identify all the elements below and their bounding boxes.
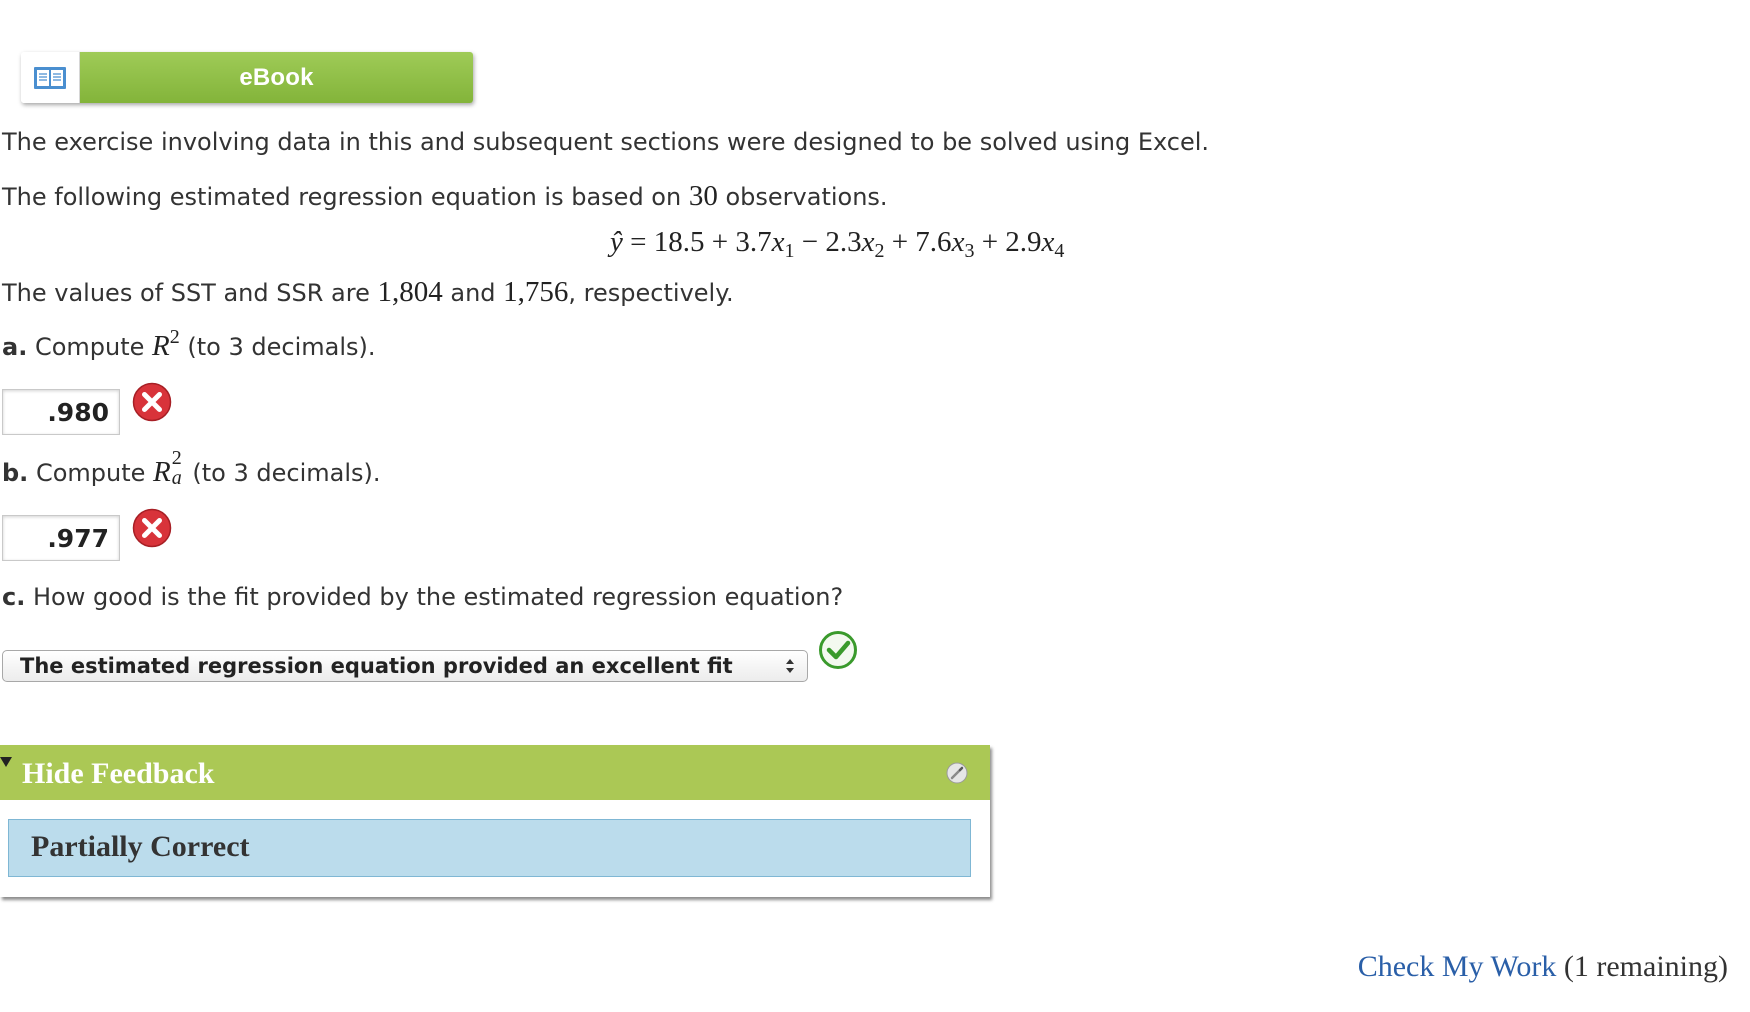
check-my-work: Check My Work (1 remaining): [1358, 950, 1728, 984]
regression-suffix: observations.: [725, 183, 888, 211]
r-symbol: R: [152, 330, 170, 362]
hide-feedback-toggle[interactable]: Hide Feedback: [22, 757, 215, 791]
question-a: a. Compute R2 (to 3 decimals).: [2, 327, 376, 363]
equation-term-4: + 2.9: [981, 226, 1042, 258]
regression-sentence: The following estimated regression equat…: [2, 180, 888, 213]
regression-equation: ŷ = 18.5 + 3.7x1 − 2.3x2 + 7.6x3 + 2.9x4: [610, 226, 1065, 262]
feedback-panel: Hide Feedback Partially Correct: [0, 745, 990, 897]
correct-check-icon: [818, 630, 858, 670]
answer-b-input[interactable]: .977: [2, 515, 120, 561]
feedback-header[interactable]: Hide Feedback: [0, 745, 990, 800]
equation-sub-4: 4: [1054, 240, 1065, 262]
feedback-message: Partially Correct: [31, 830, 250, 863]
feedback-message-box: Partially Correct: [8, 819, 971, 877]
ebook-button[interactable]: eBook: [21, 52, 473, 103]
equation-term-2: − 2.3: [801, 226, 862, 258]
incorrect-x-icon: [132, 382, 172, 422]
question-c-letter: c.: [2, 583, 26, 611]
collapse-triangle-icon: [0, 757, 12, 767]
question-a-text-after: (to 3 decimals).: [187, 333, 376, 361]
question-a-letter: a.: [2, 333, 28, 361]
check-my-work-link[interactable]: Check My Work: [1358, 950, 1557, 983]
ra-symbol: R: [153, 456, 171, 488]
equation-sub-3: 3: [964, 240, 975, 262]
fit-select-value: The estimated regression equation provid…: [20, 654, 733, 678]
equation-term-3: + 7.6: [891, 226, 952, 258]
observations-count: 30: [688, 180, 718, 212]
and-word: and: [450, 279, 496, 307]
regression-prefix: The following estimated regression equat…: [2, 183, 682, 211]
ebook-label: eBook: [80, 52, 473, 103]
question-c: c. How good is the fit provided by the e…: [2, 583, 843, 611]
open-book-icon: [21, 52, 80, 103]
sst-ssr-prefix: The values of SST and SSR are: [2, 279, 370, 307]
question-b: b. Compute R2a (to 3 decimals).: [2, 447, 381, 489]
equation-equals: =: [630, 226, 647, 258]
question-b-letter: b.: [2, 459, 29, 487]
sst-ssr-sentence: The values of SST and SSR are 1,804 and …: [2, 276, 734, 309]
equation-yhat: ŷ: [610, 226, 623, 258]
intro-text: The exercise involving data in this and …: [2, 128, 1210, 156]
question-b-text-before: Compute: [35, 459, 146, 487]
edit-circle-icon[interactable]: [946, 762, 968, 784]
equation-sub-2: 2: [874, 240, 885, 262]
select-arrows-icon: [786, 659, 794, 673]
fit-select[interactable]: The estimated regression equation provid…: [2, 650, 808, 682]
sst-ssr-suffix: , respectively.: [568, 279, 734, 307]
equation-intercept: 18.5: [653, 226, 705, 258]
question-b-text-after: (to 3 decimals).: [192, 459, 381, 487]
question-c-text: How good is the fit provided by the esti…: [32, 583, 844, 611]
r-sup: 2: [169, 326, 180, 348]
question-a-text-before: Compute: [34, 333, 145, 361]
equation-term-1: + 3.7: [711, 226, 772, 258]
sst-value: 1,804: [377, 276, 443, 308]
equation-sub-1: 1: [784, 240, 795, 262]
remaining-attempts: (1 remaining): [1563, 950, 1728, 983]
ra-sub: a: [171, 467, 182, 489]
answer-a-input[interactable]: .980: [2, 389, 120, 435]
incorrect-x-icon: [132, 508, 172, 548]
ssr-value: 1,756: [503, 276, 569, 308]
